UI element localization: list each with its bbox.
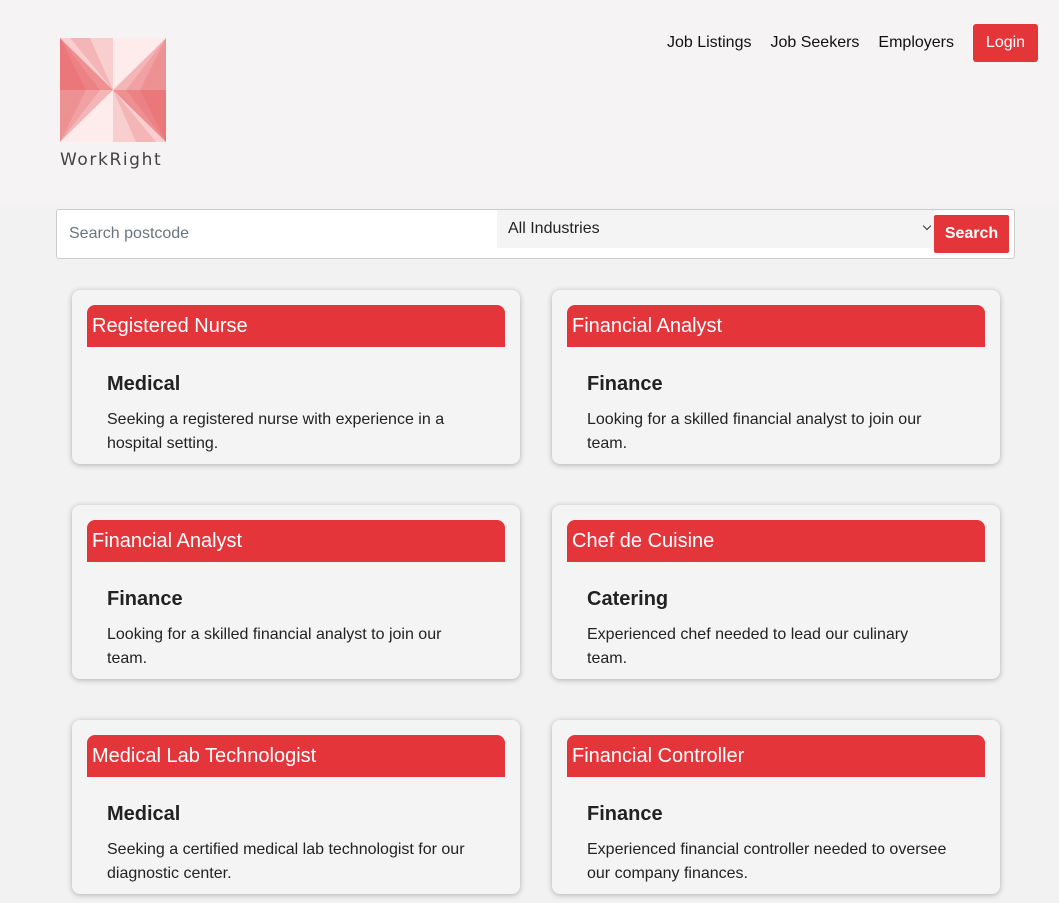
job-description: Experienced financial controller needed … [587,841,947,882]
job-industry: Finance [107,588,183,610]
workright-logo[interactable]: WorkRight [60,38,170,178]
main-nav: Job Listings Job Seekers Employers Login [667,24,1038,62]
job-card[interactable]: Registered Nurse Medical Seeking a regis… [72,290,520,464]
search-button[interactable]: Search [934,215,1009,253]
job-description: Looking for a skilled financial analyst … [107,626,442,667]
job-industry: Medical [107,373,181,395]
login-button[interactable]: Login [973,24,1038,62]
job-title: Medical Lab Technologist [87,735,505,777]
job-title: Chef de Cuisine [567,520,985,562]
job-card[interactable]: Chef de Cuisine Catering Experienced che… [552,505,1000,679]
job-industry: Catering [587,588,669,610]
job-card[interactable]: Financial Analyst Finance Looking for a … [552,290,1000,464]
job-description: Seeking a certified medical lab technolo… [107,841,465,882]
job-card[interactable]: Financial Analyst Finance Looking for a … [72,505,520,679]
job-title: Financial Controller [567,735,985,777]
job-description: Seeking a registered nurse with experien… [107,411,445,452]
nav-job-listings[interactable]: Job Listings [667,25,752,61]
job-description: Looking for a skilled financial analyst … [587,411,922,452]
job-title: Financial Analyst [567,305,985,347]
postcode-search-input[interactable] [57,210,497,258]
nav-job-seekers[interactable]: Job Seekers [770,25,859,61]
industry-select-value: All Industries [508,220,600,237]
logo-icon [60,38,166,142]
site-header: WorkRight Job Listings Job Seekers Emplo… [0,0,1059,205]
chevron-down-icon [922,221,932,231]
job-card[interactable]: Financial Controller Finance Experienced… [552,720,1000,894]
brand-name: WorkRight [60,150,163,170]
job-card[interactable]: Medical Lab Technologist Medical Seeking… [72,720,520,894]
job-title: Registered Nurse [87,305,505,347]
nav-employers[interactable]: Employers [878,25,954,61]
search-bar: All Industries Search [56,209,1015,259]
job-listings-grid: Registered Nurse Medical Seeking a regis… [72,290,1000,894]
industry-select[interactable]: All Industries [497,210,934,248]
job-description: Experienced chef needed to lead our culi… [587,626,909,667]
job-industry: Finance [587,373,663,395]
job-industry: Finance [587,803,663,825]
job-industry: Medical [107,803,181,825]
job-title: Financial Analyst [87,520,505,562]
